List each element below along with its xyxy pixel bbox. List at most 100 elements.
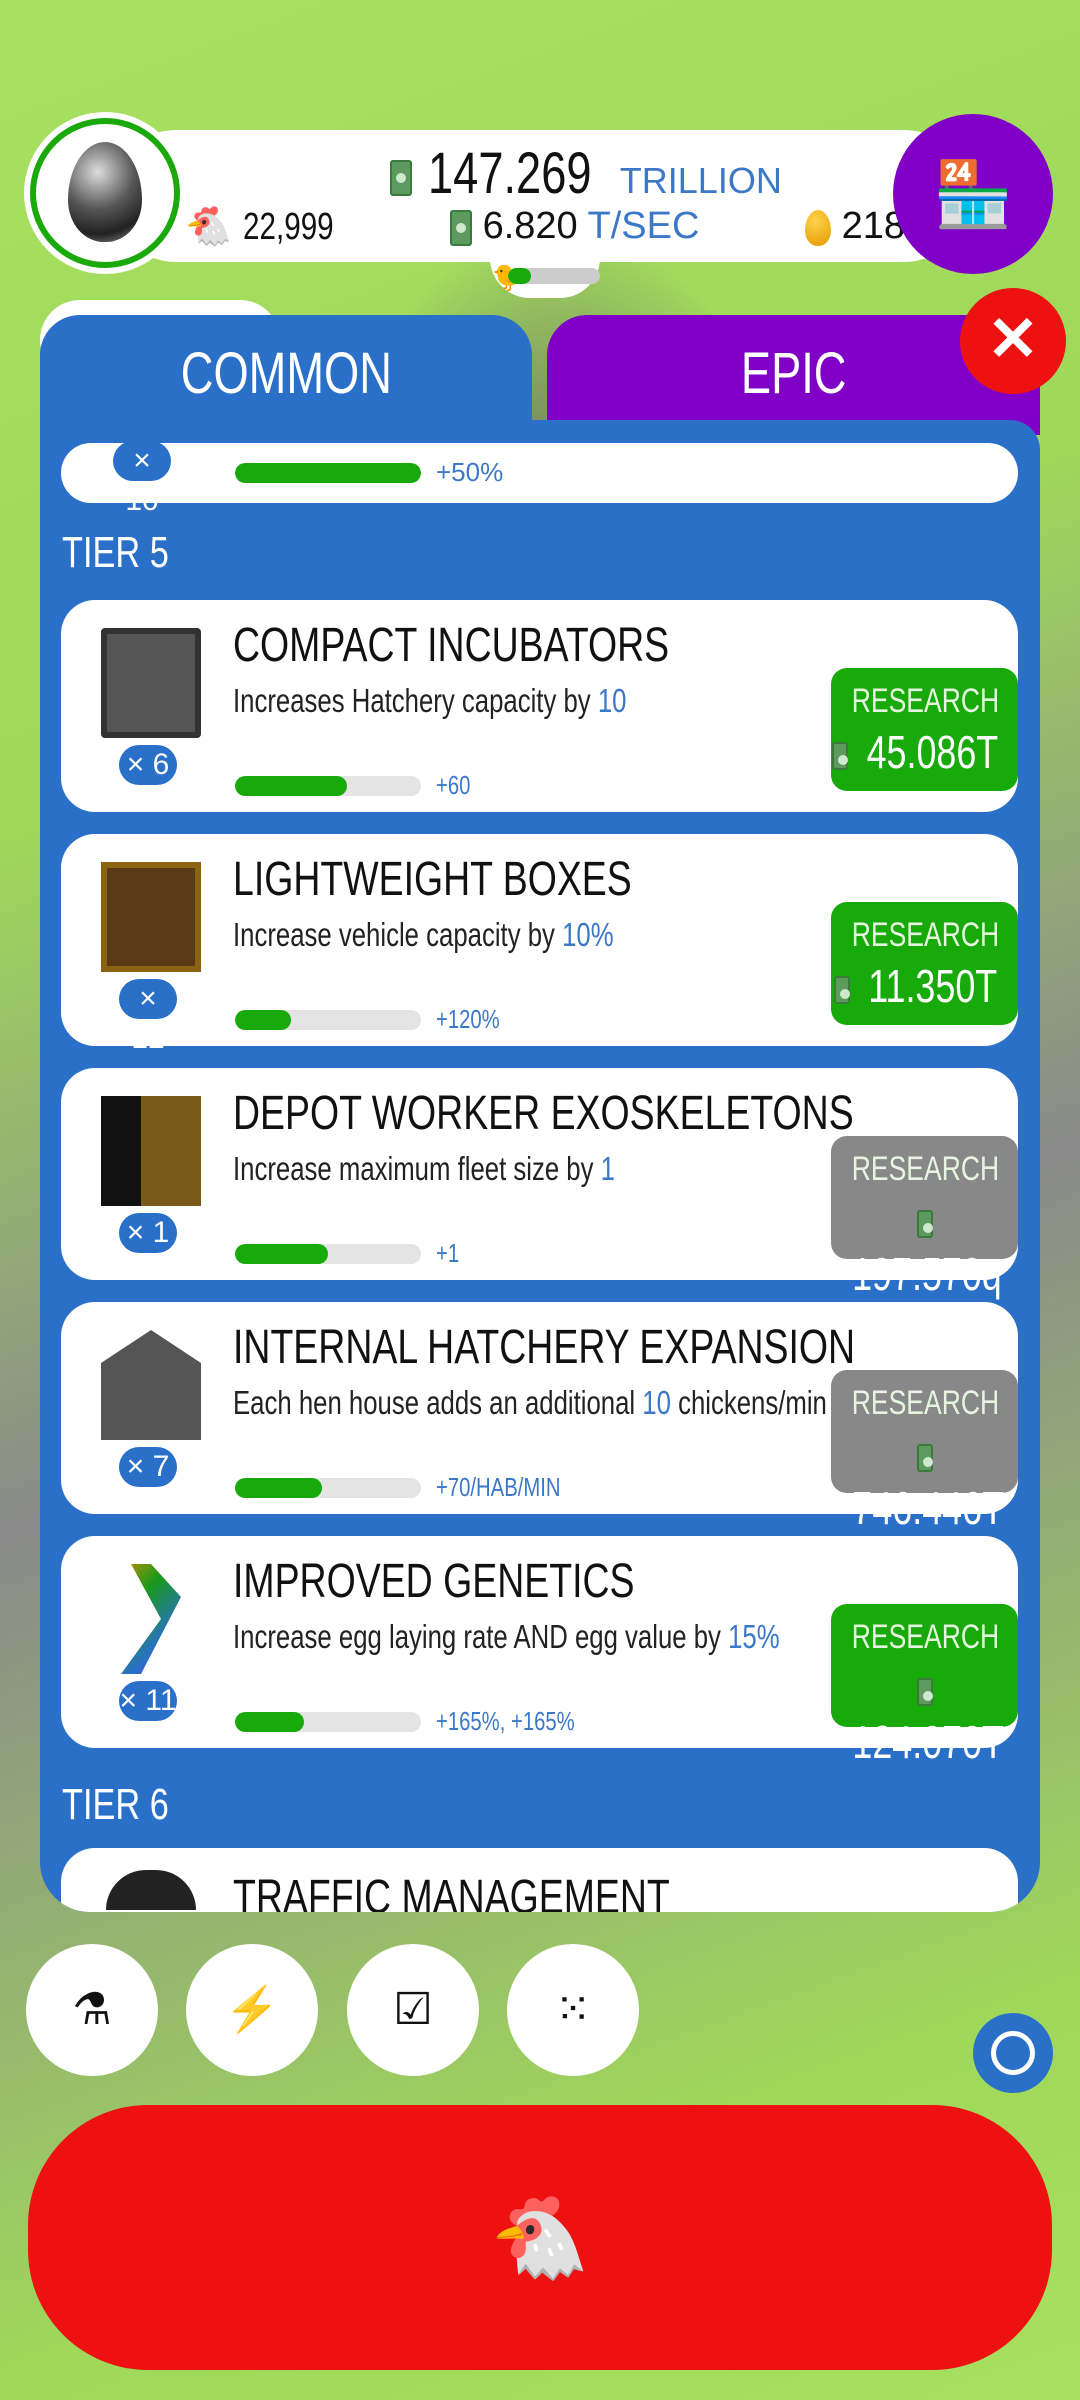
exoskeleton-worker-icon	[101, 1096, 201, 1206]
money-icon	[390, 159, 412, 196]
lightning-icon: ⚡	[224, 1985, 280, 2034]
tab-epic-label: EPIC	[740, 341, 847, 406]
research-card: × 1 DEPOT WORKER EXOSKELETONS Increase m…	[61, 1068, 1018, 1300]
research-price: 746.446T	[852, 1482, 1005, 1534]
money-icon	[832, 741, 849, 770]
research-price: 45.086T	[866, 726, 999, 778]
total-money-unit: TRILLION	[619, 160, 782, 201]
research-title: LIGHTWEIGHT BOXES	[233, 853, 632, 906]
boosts-nav-button[interactable]: ⚡	[186, 1944, 318, 2076]
incubator-icon	[101, 628, 201, 738]
research-card: × 7 INTERNAL HATCHERY EXPANSION Each hen…	[61, 1302, 1018, 1534]
research-button-label: RESEARCH	[851, 682, 1000, 720]
shop-icon: 🏪	[933, 158, 1013, 230]
close-icon: ✕	[987, 305, 1039, 374]
research-price: 197.570q	[852, 1248, 1002, 1300]
research-title: INTERNAL HATCHERY EXPANSION	[233, 1321, 856, 1374]
research-bonus: +60	[436, 770, 471, 800]
research-button[interactable]: RESEARCH 746.446T	[831, 1370, 1018, 1534]
research-count-badge: × 7	[119, 1447, 177, 1487]
research-button-label: RESEARCH	[851, 1618, 1000, 1656]
golden-eggs: 218	[805, 205, 905, 248]
tier-label: TIER 5	[62, 528, 169, 577]
chicken-count-value: 22,999	[242, 206, 334, 248]
research-card: × 12 LIGHTWEIGHT BOXES Increase vehicle …	[61, 834, 1018, 1055]
research-price: 11.350T	[867, 960, 997, 1012]
progress-fill	[235, 463, 421, 483]
research-count-badge: × 10	[113, 441, 171, 517]
research-button[interactable]: RESEARCH 124.070T	[831, 1604, 1018, 1768]
money-icon	[916, 1677, 933, 1706]
research-list[interactable]: × 10 +50% TIER 5 × 6 COMPACT INCUBATORS …	[40, 420, 1040, 1912]
chicken-count: 🐔 22,999	[185, 205, 359, 249]
income-rate: 6.820 T/SEC	[450, 205, 699, 248]
research-bonus: +70/HAB/MIN	[436, 1472, 561, 1502]
research-button[interactable]: RESEARCH 11.350T	[831, 902, 1018, 1025]
progress-fill	[235, 1010, 291, 1030]
chick-progress-fill	[508, 268, 531, 284]
progress-fill	[235, 776, 347, 796]
progress-fill	[235, 1478, 323, 1498]
overlay-toggle-button[interactable]	[973, 2013, 1053, 2093]
traffic-light-icon	[106, 1870, 196, 1910]
research-progress-bar	[235, 1010, 421, 1030]
money-icon	[450, 209, 472, 246]
tier-label: TIER 6	[62, 1780, 169, 1829]
research-count-badge: × 1	[119, 1213, 177, 1253]
research-button[interactable]: RESEARCH 197.570q	[831, 1136, 1018, 1300]
research-card: × 6 COMPACT INCUBATORS Increases Hatcher…	[61, 600, 1018, 812]
research-bonus: +1	[436, 1238, 460, 1268]
menu-nav-button[interactable]: ⁙	[507, 1944, 639, 2076]
research-description: Increase egg laying rate AND egg value b…	[233, 1618, 780, 1655]
research-count-badge: × 12	[119, 979, 177, 1055]
research-title: COMPACT INCUBATORS	[233, 619, 670, 672]
research-card-partial: × 10 +50%	[61, 441, 1018, 517]
research-nav-button[interactable]: ⚗	[26, 1944, 158, 2076]
research-button-label: RESEARCH	[851, 1384, 1000, 1422]
research-button[interactable]: RESEARCH 45.086T	[831, 668, 1018, 791]
research-bonus: +50%	[436, 457, 504, 487]
money-icon	[833, 975, 850, 1004]
research-button-label: RESEARCH	[851, 916, 1000, 954]
research-bonus: +120%	[436, 1004, 500, 1034]
research-card-partial: TRAFFIC MANAGEMENT	[61, 1848, 1018, 1912]
research-bonus: +165%, +165%	[436, 1706, 575, 1736]
research-count-badge: × 11	[119, 1681, 177, 1721]
chicken-icon: 🐔	[185, 206, 233, 248]
research-title: DEPOT WORKER EXOSKELETONS	[233, 1087, 854, 1140]
research-title: TRAFFIC MANAGEMENT	[233, 1871, 670, 1912]
chick-progress-bar	[508, 268, 600, 284]
crate-icon	[101, 862, 201, 972]
research-button-label: RESEARCH	[851, 1150, 1000, 1188]
flask-icon: ⚗	[72, 1985, 112, 2034]
research-count-badge: × 6	[119, 745, 177, 785]
progress-fill	[235, 1244, 328, 1264]
hen-house-icon	[101, 1330, 201, 1440]
chicken-icon: 🐔	[490, 2193, 590, 2282]
progress-fill	[235, 1712, 304, 1732]
research-progress-bar	[235, 1712, 421, 1732]
rate-unit: T/SEC	[587, 205, 700, 247]
tab-common[interactable]: COMMON	[40, 315, 532, 435]
rate-value: 6.820	[482, 205, 578, 247]
dna-icon	[121, 1564, 181, 1674]
hatch-chicken-button[interactable]: 🐔	[28, 2105, 1052, 2370]
egg-avatar-button[interactable]	[30, 118, 180, 268]
research-card: × 11 IMPROVED GENETICS Increase egg layi…	[61, 1536, 1018, 1768]
total-money-value: 147.269	[428, 141, 592, 206]
research-progress-bar	[235, 1244, 421, 1264]
golden-egg-icon	[805, 209, 831, 246]
shop-button[interactable]: 🏪	[893, 114, 1053, 274]
egg-icon	[68, 142, 142, 242]
money-icon	[916, 1209, 933, 1238]
close-button[interactable]: ✕	[960, 288, 1066, 394]
research-description: Increases Hatchery capacity by 10	[233, 682, 627, 719]
tab-common-label: COMMON	[180, 341, 392, 406]
research-description: Increase maximum fleet size by 1	[233, 1150, 615, 1187]
research-progress-bar	[235, 463, 421, 483]
research-title: IMPROVED GENETICS	[233, 1555, 635, 1608]
total-money: 147.269 TRILLION	[390, 140, 782, 207]
missions-nav-button[interactable]: ☑	[347, 1944, 479, 2076]
money-icon	[916, 1443, 933, 1472]
research-price: 124.070T	[852, 1716, 1005, 1768]
